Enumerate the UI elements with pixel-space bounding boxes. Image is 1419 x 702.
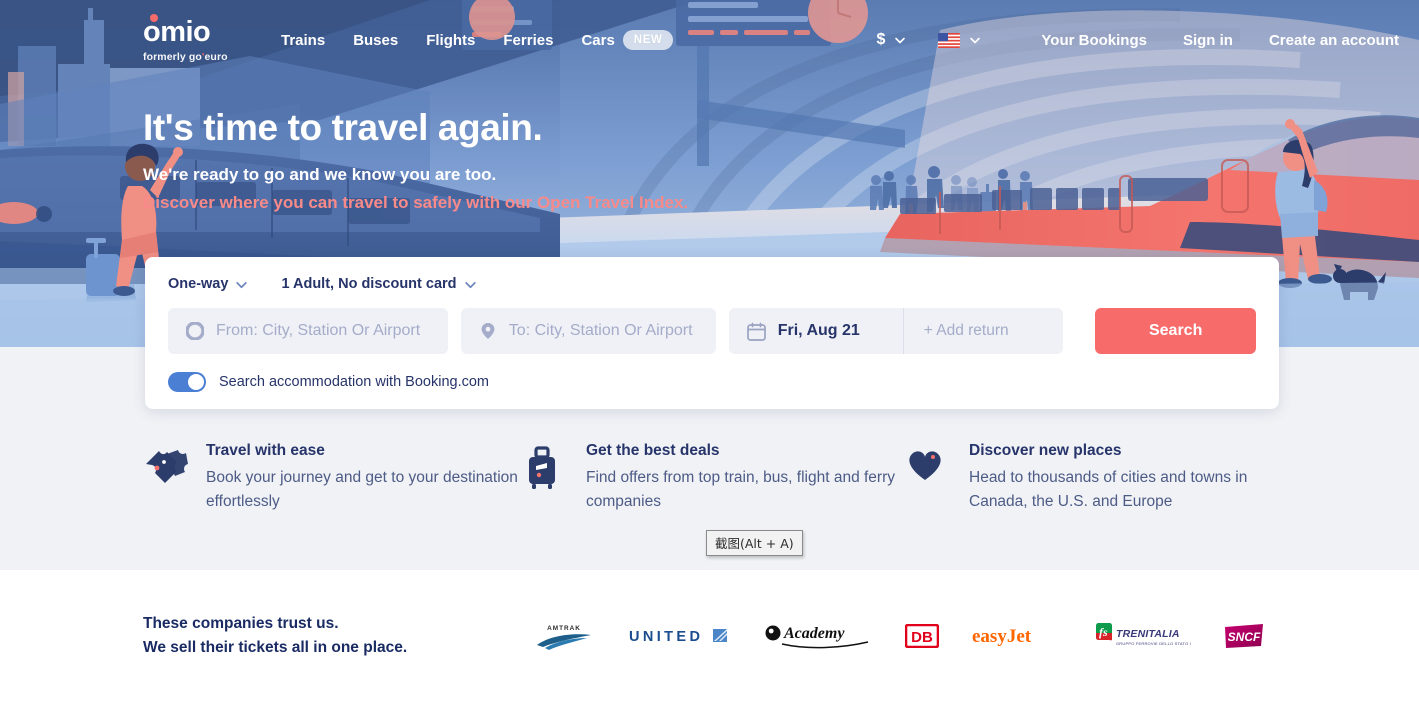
omio-homepage: omio formerly go'euro Trains Buses Fligh… <box>0 0 1419 702</box>
nav-item-cars[interactable]: Cars <box>581 32 614 49</box>
logo-tagline: formerly go'euro <box>143 50 228 63</box>
trust-line-2: We sell their tickets all in one place. <box>143 639 408 657</box>
easyjet-logo: easyJet <box>971 623 1063 649</box>
toggle-knob <box>188 374 204 390</box>
logo-wordmark: omio <box>143 15 211 48</box>
your-bookings-link[interactable]: Your Bookings <box>1041 32 1147 49</box>
hero-subheading: We're ready to go and we know you are to… <box>143 164 497 184</box>
currency-selector[interactable]: $ <box>876 31 906 49</box>
nav-right: $ Your Bookings Sign in Create an accoun… <box>876 31 1399 49</box>
feature-title: Get the best deals <box>586 442 720 459</box>
suitcase-icon <box>523 442 569 514</box>
accommodation-toggle[interactable] <box>168 372 206 392</box>
calendar-icon <box>746 322 766 341</box>
svg-text:easyJet: easyJet <box>972 626 1032 647</box>
hero-copy: It's time to travel again. We're ready t… <box>143 107 688 213</box>
trusted-companies-section: These companies trust us. We sell their … <box>0 570 1419 695</box>
feature-description: Book your journey and get to your destin… <box>206 469 518 511</box>
svg-text:UNITED: UNITED <box>629 629 703 645</box>
add-return-label: + Add return <box>923 322 1009 339</box>
date-field: Fri, Aug 21 + Add return <box>728 308 1064 354</box>
chevron-down-icon <box>895 37 906 44</box>
from-placeholder: From: City, Station Or Airport <box>216 322 421 339</box>
omio-logo[interactable]: omio formerly go'euro <box>143 13 239 63</box>
chevron-down-icon <box>464 281 476 288</box>
trust-line-1: These companies trust us. <box>143 615 339 632</box>
svg-text:Academy: Academy <box>783 625 845 642</box>
feature-title: Discover new places <box>969 442 1122 459</box>
feature-discover-places: Discover new places Head to thousands of… <box>906 442 1266 514</box>
trenitalia-logo: fs TRENITALIA GRUPPO FERROVIE DELLO STAT… <box>1095 621 1191 651</box>
search-card: One-way 1 Adult, No discount card From: … <box>145 257 1279 409</box>
create-account-link[interactable]: Create an account <box>1269 32 1399 49</box>
feature-description: Find offers from top train, bus, flight … <box>586 469 895 511</box>
search-options: One-way 1 Adult, No discount card <box>168 276 1256 292</box>
accommodation-toggle-row: Search accommodation with Booking.com <box>168 372 1256 392</box>
to-field[interactable]: To: City, Station Or Airport <box>460 308 716 354</box>
partner-logos: AMTRAK UNITED Academy DB easyJet fs TREN… <box>533 621 1293 651</box>
trip-type-selector[interactable]: One-way <box>168 276 248 292</box>
nav-item-flights[interactable]: Flights <box>426 32 475 49</box>
accommodation-toggle-label: Search accommodation with Booking.com <box>219 374 489 390</box>
feature-title: Travel with ease <box>206 442 325 459</box>
svg-text:DB: DB <box>912 629 934 646</box>
heart-icon <box>906 442 952 514</box>
amtrak-logo: AMTRAK <box>533 621 595 651</box>
chevron-down-icon <box>970 37 981 44</box>
svg-text:GRUPPO FERROVIE DELLO STATO IT: GRUPPO FERROVIE DELLO STATO ITALIANE <box>1116 641 1191 646</box>
svg-text:AMTRAK: AMTRAK <box>547 625 581 632</box>
search-fields: From: City, Station Or Airport To: City,… <box>168 308 1256 354</box>
top-navigation: omio formerly go'euro Trains Buses Fligh… <box>0 0 1419 80</box>
open-travel-index-link[interactable]: Discover where you can travel to safely … <box>143 193 688 212</box>
sncf-logo: SNCF <box>1223 622 1265 650</box>
trust-text: These companies trust us. We sell their … <box>143 612 533 660</box>
return-date-picker[interactable]: + Add return <box>904 322 1064 340</box>
db-logo: DB <box>905 624 940 649</box>
depart-date-value: Fri, Aug 21 <box>777 322 860 339</box>
language-selector[interactable] <box>938 32 981 48</box>
tickets-icon <box>143 442 189 514</box>
from-field[interactable]: From: City, Station Or Airport <box>168 308 448 354</box>
us-flag-icon <box>938 32 961 48</box>
passengers-selector[interactable]: 1 Adult, No discount card <box>281 276 476 292</box>
cars-new-badge: NEW <box>622 30 674 50</box>
svg-text:fs: fs <box>1099 625 1108 639</box>
account-links: Your Bookings Sign in Create an account <box>1041 32 1399 49</box>
feature-description: Head to thousands of cities and towns in… <box>969 469 1248 511</box>
origin-circle-icon <box>186 322 204 340</box>
features-row: Travel with ease Book your journey and g… <box>143 442 1303 514</box>
logo-dot-icon <box>150 13 158 22</box>
search-button[interactable]: Search <box>1095 308 1256 354</box>
nav-item-trains[interactable]: Trains <box>281 32 325 49</box>
chevron-down-icon <box>236 281 248 288</box>
feature-best-deals: Get the best deals Find offers from top … <box>523 442 906 514</box>
academy-logo: Academy <box>764 621 874 651</box>
currency-symbol: $ <box>876 31 886 48</box>
destination-pin-icon <box>481 323 495 339</box>
screenshot-tooltip: 截图(Alt + A) <box>706 530 803 556</box>
svg-text:SNCF: SNCF <box>1228 630 1261 644</box>
to-placeholder: To: City, Station Or Airport <box>508 322 693 339</box>
trip-type-label: One-way <box>168 276 229 292</box>
nav-item-buses[interactable]: Buses <box>353 32 398 49</box>
sign-in-link[interactable]: Sign in <box>1183 32 1233 49</box>
svg-text:TRENITALIA: TRENITALIA <box>1116 628 1180 640</box>
passengers-label: 1 Adult, No discount card <box>281 276 457 292</box>
united-logo: UNITED <box>627 623 732 649</box>
trust-inner: These companies trust us. We sell their … <box>143 612 1293 660</box>
nav-links: Trains Buses Flights Ferries Cars NEW <box>281 30 674 50</box>
depart-date-picker[interactable]: Fri, Aug 21 <box>729 308 904 354</box>
nav-item-ferries[interactable]: Ferries <box>503 32 553 49</box>
hero-heading: It's time to travel again. <box>143 107 543 148</box>
feature-travel-with-ease: Travel with ease Book your journey and g… <box>143 442 523 514</box>
